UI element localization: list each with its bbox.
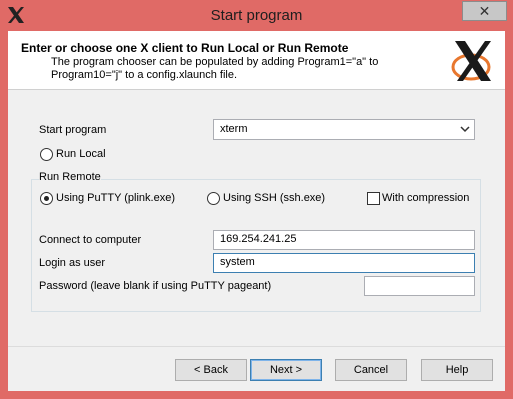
using-ssh-label[interactable]: Using SSH (ssh.exe) <box>223 192 325 204</box>
start-program-window: Start program ✕ Enter or choose one X cl… <box>0 0 513 399</box>
compression-label[interactable]: With compression <box>382 192 469 204</box>
password-input[interactable] <box>364 276 475 296</box>
password-label: Password (leave blank if using PuTTY pag… <box>39 280 272 292</box>
button-separator <box>8 346 505 347</box>
compression-checkbox[interactable] <box>367 192 380 205</box>
using-putty-label[interactable]: Using PuTTY (plink.exe) <box>56 192 175 204</box>
login-user-input[interactable]: system <box>213 253 475 273</box>
header-description: The program chooser can be populated by … <box>51 56 379 81</box>
start-program-value: xterm <box>220 123 248 135</box>
connect-label: Connect to computer <box>39 234 142 246</box>
run-local-radio[interactable] <box>40 148 53 161</box>
help-button[interactable]: Help <box>421 359 493 381</box>
connect-computer-input[interactable]: 169.254.241.25 <box>213 230 475 250</box>
header-title: Enter or choose one X client to Run Loca… <box>21 41 349 55</box>
cancel-button[interactable]: Cancel <box>335 359 407 381</box>
back-button[interactable]: < Back <box>175 359 247 381</box>
run-local-label[interactable]: Run Local <box>56 148 106 160</box>
start-program-label: Start program <box>39 124 107 136</box>
wizard-header: Enter or choose one X client to Run Loca… <box>8 31 505 90</box>
run-remote-title: Run Remote <box>39 171 101 183</box>
start-program-combobox[interactable]: xterm <box>213 119 475 140</box>
close-icon: ✕ <box>478 2 491 19</box>
login-label: Login as user <box>39 257 106 269</box>
chevron-down-icon <box>460 126 470 133</box>
using-ssh-radio[interactable] <box>207 192 220 205</box>
title-bar[interactable]: Start program ✕ <box>0 0 513 30</box>
window-title: Start program <box>210 7 303 24</box>
next-button[interactable]: Next > <box>250 359 322 381</box>
close-button[interactable]: ✕ <box>462 1 507 21</box>
x-window-system-logo <box>451 41 491 81</box>
using-putty-radio[interactable] <box>40 192 53 205</box>
dialog-body: Enter or choose one X client to Run Loca… <box>8 31 505 391</box>
